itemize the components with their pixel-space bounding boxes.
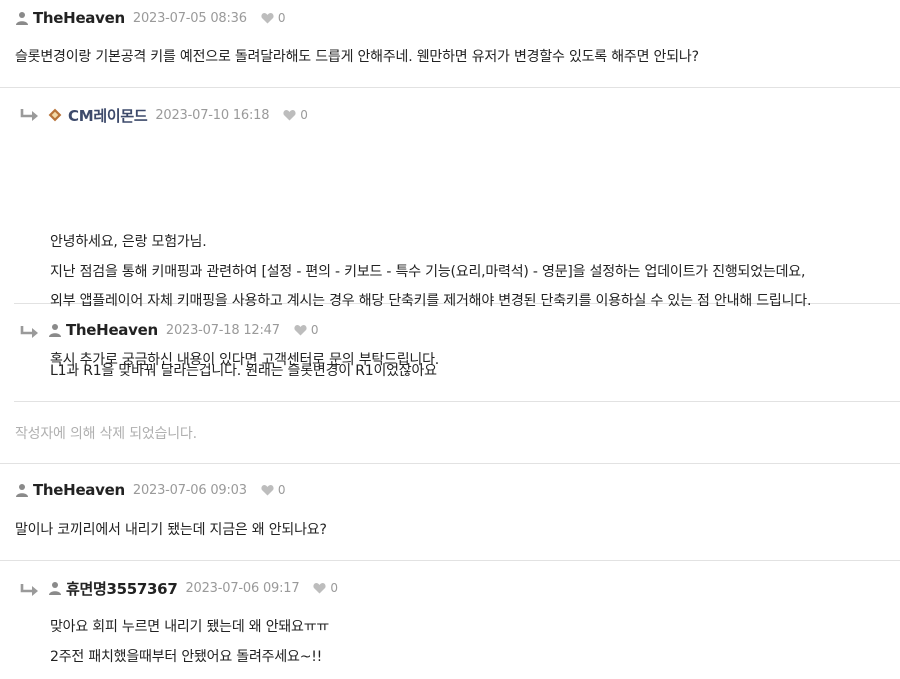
comment-list: TheHeaven 2023-07-05 08:36 0 슬롯변경이랑 기본공격… — [0, 0, 900, 679]
comment-item: TheHeaven 2023-07-05 08:36 0 슬롯변경이랑 기본공격… — [0, 0, 900, 88]
user-icon — [49, 324, 61, 337]
comment-body: 말이나 코끼리에서 내리기 됐는데 지금은 왜 안되나요? — [15, 522, 327, 538]
comment-header: 휴면명3557367 2023-07-06 09:17 0 — [48, 578, 338, 598]
like-button[interactable]: 0 — [261, 483, 286, 497]
user-icon — [16, 12, 28, 25]
like-count: 0 — [277, 11, 286, 25]
author-name[interactable]: 휴면명3557367 — [66, 578, 178, 599]
body-line: 2주전 패치했을때부터 안됐어요 돌려주세요~!! — [50, 649, 323, 665]
user-icon — [49, 582, 61, 595]
like-count: 0 — [277, 483, 286, 497]
comment-header: TheHeaven 2023-07-06 09:03 0 — [15, 480, 285, 500]
reply-arrow-icon — [20, 584, 38, 596]
comment-date: 2023-07-10 16:18 — [155, 107, 270, 123]
like-count: 0 — [330, 581, 339, 595]
comment-header: TheHeaven 2023-07-05 08:36 0 — [15, 8, 285, 28]
like-button[interactable]: 0 — [283, 108, 308, 122]
comment-item: TheHeaven 2023-07-06 09:03 0 말이나 코끼리에서 내… — [0, 464, 900, 561]
heart-icon — [261, 485, 274, 496]
deleted-notice: 작성자에 의해 삭제 되었습니다. — [15, 426, 197, 442]
reply-item: TheHeaven 2023-07-18 12:47 0 L1과 R1을 맞바꿔… — [14, 304, 900, 402]
like-button[interactable]: 0 — [313, 581, 338, 595]
body-line: 안녕하세요, 은랑 모험가님. — [50, 234, 207, 250]
heart-icon — [261, 13, 274, 24]
comment-date: 2023-07-06 09:03 — [132, 482, 247, 498]
like-button[interactable]: 0 — [294, 323, 319, 337]
body-line: 지난 점검을 통해 키매핑과 관련하여 [설정 - 편의 - 키보드 - 특수 … — [50, 264, 806, 280]
like-count: 0 — [300, 108, 308, 122]
comment-body: 슬롯변경이랑 기본공격 키를 예전으로 돌려달라해도 드릅게 안해주네. 웬만하… — [15, 49, 699, 65]
like-button[interactable]: 0 — [261, 11, 286, 25]
author-name[interactable]: TheHeaven — [33, 9, 125, 27]
comment-date: 2023-07-05 08:36 — [132, 10, 247, 26]
deleted-comment: 작성자에 의해 삭제 되었습니다. — [0, 402, 900, 464]
author-name[interactable]: TheHeaven — [33, 481, 125, 499]
reply-arrow-icon — [20, 326, 38, 338]
reply-item: CM레이몬드 2023-07-10 16:18 0 안녕하세요, 은랑 모험가님… — [14, 88, 900, 368]
user-icon — [16, 484, 28, 497]
comment-body: L1과 R1을 맞바꿔 달라는겁니다. 원래는 슬롯변경이 R1이었잖아요 — [50, 363, 437, 379]
author-name[interactable]: TheHeaven — [66, 321, 158, 339]
heart-icon — [294, 325, 307, 336]
like-count: 0 — [310, 323, 319, 337]
comment-date: 2023-07-06 09:17 — [185, 580, 300, 596]
heart-icon — [283, 110, 296, 121]
reply-item: 휴면명3557367 2023-07-06 09:17 0 맞아요 회피 누르면… — [14, 561, 900, 679]
body-line: 맞아요 회피 누르면 내리기 됐는데 왜 안돼요ㅠㅠ — [50, 619, 330, 635]
comment-date: 2023-07-18 12:47 — [165, 322, 280, 338]
author-name[interactable]: CM레이몬드 — [68, 105, 148, 126]
comment-header: TheHeaven 2023-07-18 12:47 0 — [48, 320, 318, 340]
reply-arrow-icon — [20, 109, 38, 121]
comment-header: CM레이몬드 2023-07-10 16:18 0 — [48, 105, 308, 125]
heart-icon — [313, 583, 326, 594]
cm-badge-icon — [48, 108, 62, 122]
